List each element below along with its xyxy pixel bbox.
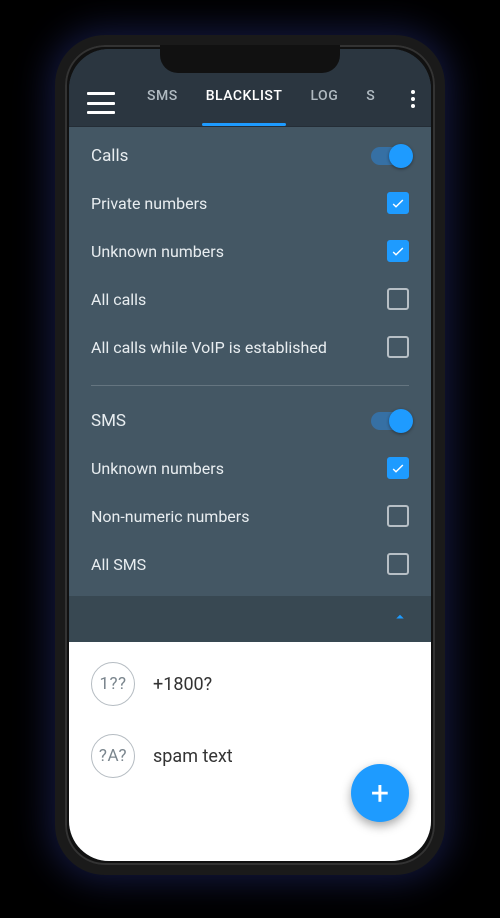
calls-header-row: Calls	[91, 133, 409, 179]
checkbox-icon[interactable]	[387, 553, 409, 575]
calls-toggle[interactable]	[371, 147, 409, 165]
tab-sms[interactable]: SMS	[133, 78, 192, 114]
list-item[interactable]: 1?? +1800?	[69, 648, 431, 720]
overflow-menu-icon[interactable]	[405, 84, 421, 114]
row-label: Private numbers	[91, 194, 207, 213]
chevron-up-icon	[391, 608, 409, 631]
checkbox-icon[interactable]	[387, 505, 409, 527]
entry-type-icon: ?A?	[91, 734, 135, 778]
sms-unknown-row[interactable]: Unknown numbers	[91, 444, 409, 492]
calls-voip-row[interactable]: All calls while VoIP is established	[91, 323, 409, 371]
hamburger-menu-icon[interactable]	[87, 92, 115, 114]
blacklist-entries: 1?? +1800? ?A? spam text +	[69, 642, 431, 861]
sms-section: SMS Unknown numbers Non-numeric numbers	[69, 392, 431, 596]
sms-header-label: SMS	[91, 411, 126, 431]
phone-frame: SMS BLACKLIST LOG S Calls	[55, 35, 445, 875]
settings-panel: Calls Private numbers Unknown numbers	[69, 127, 431, 596]
plus-icon: +	[371, 777, 389, 809]
calls-section: Calls Private numbers Unknown numbers	[69, 127, 431, 379]
row-label: Unknown numbers	[91, 242, 224, 261]
sms-nonnumeric-row[interactable]: Non-numeric numbers	[91, 492, 409, 540]
calls-header-label: Calls	[91, 146, 128, 166]
screen: SMS BLACKLIST LOG S Calls	[69, 49, 431, 861]
row-label: All calls	[91, 290, 146, 309]
row-label: Unknown numbers	[91, 459, 224, 478]
entry-type-icon: 1??	[91, 662, 135, 706]
sms-header-row: SMS	[91, 398, 409, 444]
checkbox-icon[interactable]	[387, 192, 409, 214]
sms-toggle[interactable]	[371, 412, 409, 430]
appbar-actions	[405, 84, 421, 114]
calls-private-row[interactable]: Private numbers	[91, 179, 409, 227]
collapse-strip[interactable]	[69, 596, 431, 642]
checkbox-icon[interactable]	[387, 288, 409, 310]
section-divider	[91, 385, 409, 386]
tab-log[interactable]: LOG	[296, 78, 352, 114]
entry-label: spam text	[153, 746, 233, 767]
tab-more[interactable]: S	[352, 78, 379, 114]
row-label: Non-numeric numbers	[91, 507, 249, 526]
row-label: All calls while VoIP is established	[91, 338, 327, 357]
tab-bar: SMS BLACKLIST LOG S	[133, 78, 405, 114]
notch	[160, 45, 340, 73]
row-label: All SMS	[91, 555, 146, 574]
sms-all-row[interactable]: All SMS	[91, 540, 409, 588]
tab-blacklist[interactable]: BLACKLIST	[192, 78, 297, 114]
checkbox-icon[interactable]	[387, 457, 409, 479]
add-entry-fab[interactable]: +	[351, 764, 409, 822]
calls-all-row[interactable]: All calls	[91, 275, 409, 323]
calls-unknown-row[interactable]: Unknown numbers	[91, 227, 409, 275]
entry-label: +1800?	[153, 674, 212, 695]
checkbox-icon[interactable]	[387, 240, 409, 262]
checkbox-icon[interactable]	[387, 336, 409, 358]
